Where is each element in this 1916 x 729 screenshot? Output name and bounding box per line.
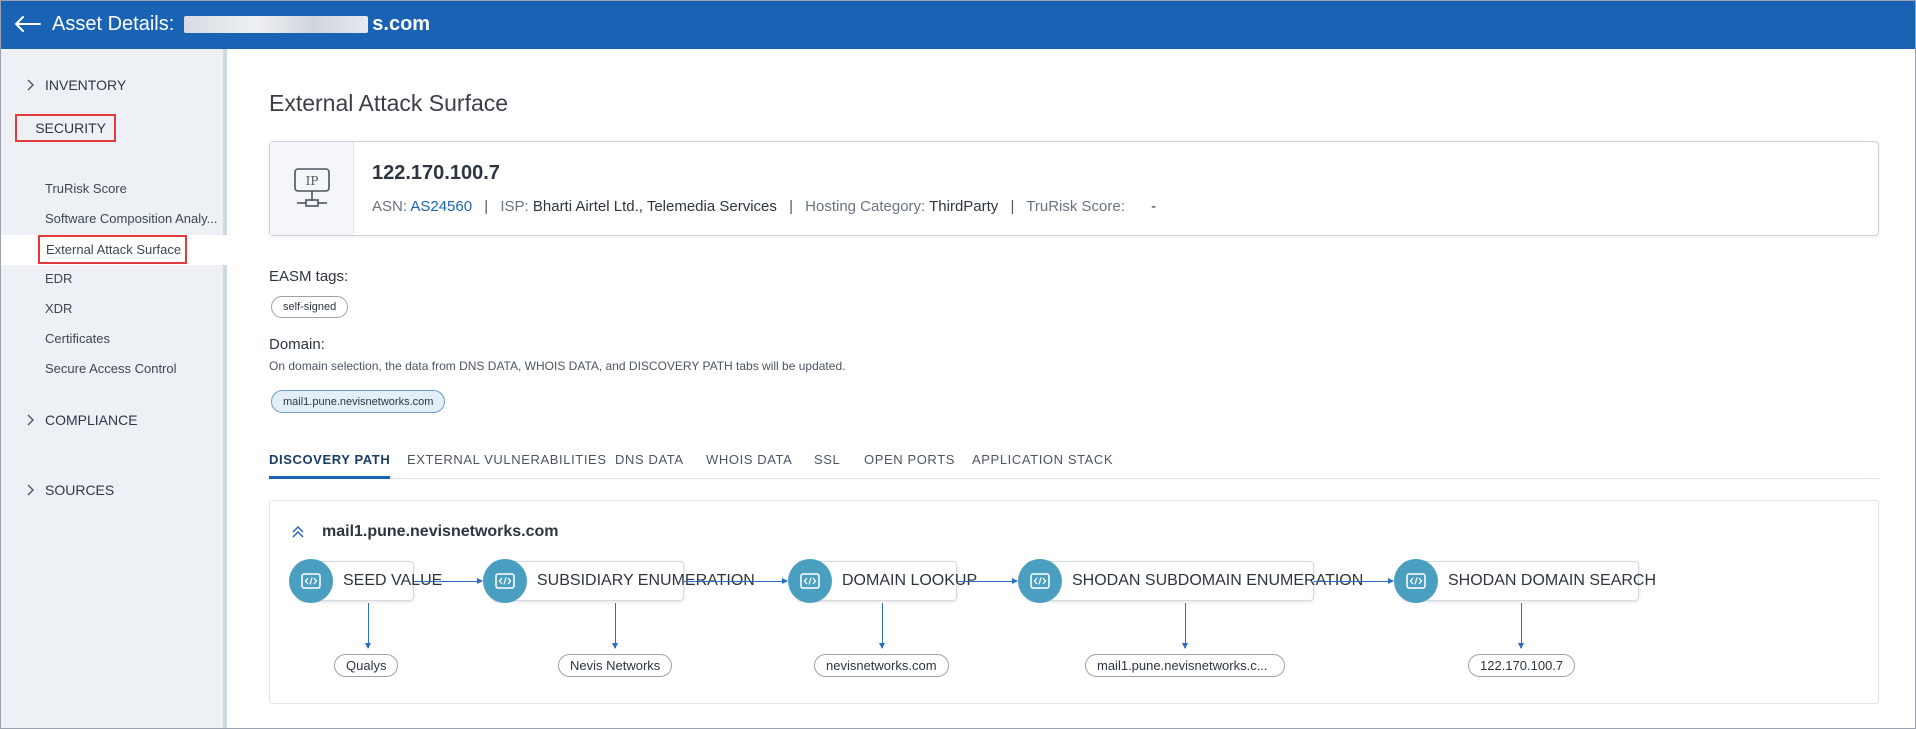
svg-text:IP: IP [305, 174, 318, 188]
isp-label: ISP: [500, 198, 529, 215]
result-connector-arrow [365, 603, 371, 649]
code-icon [289, 559, 333, 603]
tab-open-ports[interactable]: OPEN PORTS [864, 447, 955, 479]
arrow-left-icon [14, 16, 41, 32]
result-connector-arrow [612, 603, 618, 649]
sidebar-item-certificates[interactable]: Certificates [45, 331, 110, 346]
sidebar-section-label: COMPLIANCE [45, 412, 138, 428]
top-header: Asset Details: s.com [1, 1, 1915, 49]
sidebar-section-label: SOURCES [45, 482, 115, 498]
easm-tag-chip: self-signed [271, 296, 349, 318]
domain-hint-text: On domain selection, the data from DNS D… [269, 359, 846, 373]
tab-external-vulnerabilities[interactable]: EXTERNAL VULNERABILITIES [407, 447, 607, 479]
chevron-double-up-icon[interactable] [290, 524, 306, 540]
sidebar-item-edr[interactable]: EDR [45, 271, 72, 286]
step-connector-arrow [684, 578, 788, 584]
discovery-step-shodan-subdomain-enumeration[interactable]: SHODAN SUBDOMAIN ENUMERATION [1018, 559, 1363, 603]
sidebar-section-inventory[interactable]: INVENTORY [15, 71, 134, 99]
sidebar-item-secure-access-control[interactable]: Secure Access Control [45, 361, 177, 376]
result-connector-arrow [1182, 603, 1188, 649]
sidebar-section-compliance[interactable]: COMPLIANCE [15, 406, 146, 434]
sidebar-item-label: TruRisk Score [45, 181, 127, 196]
step-result-chip: Nevis Networks [558, 654, 673, 677]
sidebar-section-sources[interactable]: SOURCES [15, 476, 122, 504]
ip-summary-card: IP 122.170.100.7 ASN: AS24560 | ISP: Bha… [269, 141, 1879, 236]
sidebar-item-label: Software Composition Analy... [45, 211, 218, 226]
asn-label: ASN: [372, 198, 408, 215]
ip-icon-box: IP [270, 142, 354, 235]
sidebar-section-label: SECURITY [35, 120, 106, 136]
easm-tags-label: EASM tags: [269, 268, 349, 285]
step-connector-arrow [1314, 578, 1394, 584]
sidebar: INVENTORY SECURITY TruRisk Score Softwar… [1, 49, 227, 728]
tab-ssl[interactable]: SSL [814, 447, 840, 479]
code-icon [1394, 559, 1438, 603]
code-icon [483, 559, 527, 603]
chevron-right-icon [27, 484, 34, 496]
step-result-chip: nevisnetworks.com [814, 654, 949, 677]
sidebar-item-label: External Attack Surface [38, 235, 187, 264]
meta-separator: | [1010, 198, 1015, 215]
tab-discovery-path[interactable]: DISCOVERY PATH [269, 447, 391, 479]
discovery-step-domain-lookup[interactable]: DOMAIN LOOKUP [788, 559, 977, 603]
redacted-hostname [184, 16, 369, 33]
tab-whois-data[interactable]: WHOIS DATA [706, 447, 792, 479]
header-title-prefix: Asset Details: [52, 13, 175, 35]
sidebar-item-label: Secure Access Control [45, 361, 177, 376]
discovery-step-subsidiary-enumeration[interactable]: SUBSIDIARY ENUMERATION [483, 559, 755, 603]
chevron-right-icon [27, 79, 34, 91]
app-window: Asset Details: s.com INVENTORY SECURITY … [0, 0, 1916, 729]
domain-label: Domain: [269, 336, 325, 353]
page-header-title: Asset Details: s.com [52, 13, 430, 36]
sidebar-item-external-attack-surface[interactable]: External Attack Surface [1, 235, 227, 265]
step-result-chip: mail1.pune.nevisnetworks.c... [1085, 654, 1285, 677]
code-icon [1018, 559, 1062, 603]
discovery-step-shodan-domain-search[interactable]: SHODAN DOMAIN SEARCH [1394, 559, 1656, 603]
asn-link[interactable]: AS24560 [410, 198, 472, 215]
tab-bar: DISCOVERY PATH EXTERNAL VULNERABILITIES … [269, 447, 1879, 479]
sidebar-item-label: Certificates [45, 331, 111, 346]
trurisk-label: TruRisk Score: [1026, 198, 1125, 215]
discovery-step-seed-value[interactable]: SEED VALUE [289, 559, 442, 603]
back-button[interactable] [9, 9, 45, 39]
discovery-path-panel: mail1.pune.nevisnetworks.com SEED VALUE … [269, 500, 1879, 704]
main-content: External Attack Surface IP 122.170.100.7… [231, 49, 1915, 728]
step-label: SHODAN DOMAIN SEARCH [1448, 572, 1657, 589]
hosting-label: Hosting Category: [805, 198, 926, 215]
ip-meta-line: ASN: AS24560 | ISP: Bharti Airtel Ltd., … [372, 198, 1156, 215]
tab-dns-data[interactable]: DNS DATA [615, 447, 684, 479]
header-title-suffix: s.com [372, 13, 431, 35]
step-result-chip: Qualys [334, 654, 399, 677]
sidebar-item-label: XDR [45, 301, 73, 316]
chevron-down-icon [25, 127, 27, 129]
ip-network-icon: IP [293, 167, 330, 207]
isp-value: Bharti Airtel Ltd., Telemedia Services [532, 198, 777, 215]
sidebar-item-label: EDR [45, 271, 73, 286]
hosting-value: ThirdParty [929, 198, 999, 215]
chevron-right-icon [27, 414, 34, 426]
sidebar-item-trurisk-score[interactable]: TruRisk Score [45, 181, 127, 196]
result-connector-arrow [879, 603, 885, 649]
step-connector-arrow [414, 578, 483, 584]
domain-chip-selected[interactable]: mail1.pune.nevisnetworks.com [271, 390, 446, 413]
step-result-chip: 122.170.100.7 [1468, 654, 1576, 677]
trurisk-value: - [1151, 198, 1157, 215]
code-icon [788, 559, 832, 603]
sidebar-item-xdr[interactable]: XDR [45, 301, 72, 316]
result-connector-arrow [1518, 603, 1524, 649]
step-connector-arrow [957, 578, 1018, 584]
ip-address: 122.170.100.7 [372, 162, 500, 184]
sidebar-section-label: INVENTORY [45, 77, 127, 93]
sidebar-item-software-composition[interactable]: Software Composition Analy... [45, 211, 217, 226]
tab-application-stack[interactable]: APPLICATION STACK [972, 447, 1113, 479]
page-title: External Attack Surface [269, 90, 509, 116]
discovery-panel-title: mail1.pune.nevisnetworks.com [322, 523, 559, 540]
sidebar-section-security[interactable]: SECURITY [15, 114, 116, 142]
meta-separator: | [484, 198, 489, 215]
meta-separator: | [789, 198, 793, 215]
